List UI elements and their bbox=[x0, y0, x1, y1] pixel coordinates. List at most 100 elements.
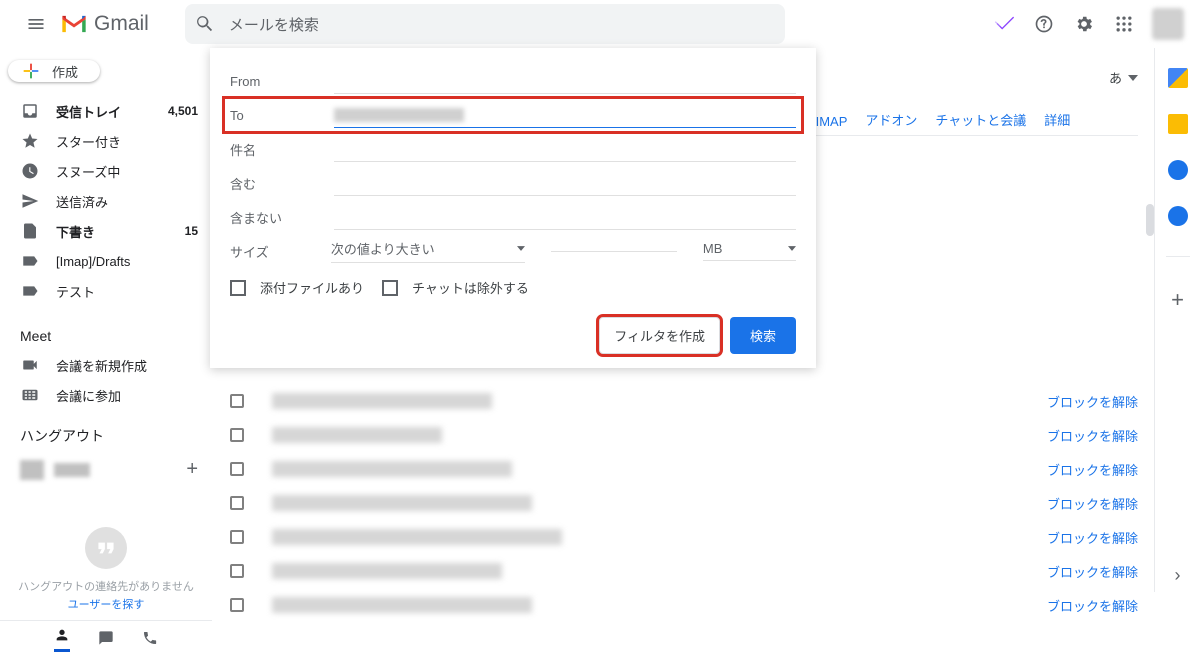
row-checkbox[interactable] bbox=[230, 564, 244, 578]
filter-nowords-input[interactable] bbox=[334, 204, 796, 230]
unblock-link[interactable]: ブロックを解除 bbox=[1047, 562, 1138, 581]
filter-from-label: From bbox=[230, 74, 334, 89]
meet-join[interactable]: 会議に参加 bbox=[0, 380, 212, 410]
filter-haswords-input[interactable] bbox=[334, 170, 796, 196]
search-button[interactable]: 検索 bbox=[730, 317, 796, 354]
settings-button[interactable] bbox=[1066, 6, 1102, 42]
row-checkbox[interactable] bbox=[230, 462, 244, 476]
unblock-link[interactable]: ブロックを解除 bbox=[1047, 528, 1138, 547]
label-icon bbox=[21, 252, 39, 270]
keep-app-icon[interactable] bbox=[1168, 114, 1188, 134]
tab-chat[interactable]: チャットと会議 bbox=[935, 110, 1026, 135]
hangout-tab-contacts[interactable] bbox=[54, 627, 70, 652]
nav-inbox-label: 受信トレイ bbox=[56, 102, 121, 121]
meet-header: Meet bbox=[0, 322, 212, 350]
help-button[interactable] bbox=[1026, 6, 1062, 42]
nav-starred[interactable]: スター付き bbox=[0, 126, 212, 156]
nav-inbox[interactable]: 受信トレイ 4,501 bbox=[0, 96, 212, 126]
checkbox-icon bbox=[382, 280, 398, 296]
unblock-link[interactable]: ブロックを解除 bbox=[1047, 494, 1138, 513]
hangout-avatar bbox=[20, 460, 44, 480]
filter-size-unit-select[interactable]: MB bbox=[703, 241, 796, 261]
hangout-user-row[interactable]: + bbox=[0, 452, 212, 487]
header: Gmail メールを検索 bbox=[0, 0, 1200, 48]
row-checkbox[interactable] bbox=[230, 428, 244, 442]
unblock-link[interactable]: ブロックを解除 bbox=[1047, 426, 1138, 445]
send-icon bbox=[21, 192, 39, 210]
row-checkbox[interactable] bbox=[230, 496, 244, 510]
hangout-header: ハングアウト bbox=[0, 420, 212, 452]
collapse-panel-button[interactable]: › bbox=[1175, 565, 1181, 586]
unblock-link[interactable]: ブロックを解除 bbox=[1047, 460, 1138, 479]
compose-label: 作成 bbox=[52, 62, 78, 81]
hangout-footer bbox=[0, 620, 212, 658]
nav-imap-drafts[interactable]: [Imap]/Drafts bbox=[0, 246, 212, 276]
blocked-address bbox=[272, 427, 442, 443]
logo-text: Gmail bbox=[94, 12, 149, 36]
search-box[interactable]: メールを検索 bbox=[185, 4, 785, 44]
tab-imap[interactable]: /IMAP bbox=[812, 114, 847, 135]
account-avatar[interactable] bbox=[1152, 8, 1184, 40]
nav-snoozed[interactable]: スヌーズ中 bbox=[0, 156, 212, 186]
hangout-tab-phone[interactable] bbox=[142, 630, 158, 649]
compose-button[interactable]: 作成 bbox=[8, 60, 100, 82]
nav-test[interactable]: テスト bbox=[0, 276, 212, 306]
add-app-button[interactable]: + bbox=[1171, 287, 1184, 313]
star-icon bbox=[21, 132, 39, 150]
scroll-thumb[interactable] bbox=[1146, 204, 1154, 236]
filter-subject-input[interactable] bbox=[334, 136, 796, 162]
list-row: ブロックを解除 bbox=[230, 486, 1138, 520]
filter-excludechat-checkbox[interactable]: チャットは除外する bbox=[382, 278, 529, 297]
filter-size-value-input[interactable] bbox=[551, 251, 677, 252]
chevron-down-icon bbox=[788, 246, 796, 251]
language-selector[interactable]: あ bbox=[1109, 68, 1138, 87]
gear-icon bbox=[1074, 14, 1094, 34]
filter-checks-row: 添付ファイルあり チャットは除外する bbox=[230, 268, 796, 307]
nav-imap-drafts-label: [Imap]/Drafts bbox=[56, 254, 130, 269]
filter-to-input[interactable] bbox=[334, 102, 796, 128]
draft-icon bbox=[21, 222, 39, 240]
chevron-down-icon bbox=[517, 246, 525, 251]
contacts-app-icon[interactable] bbox=[1168, 206, 1188, 226]
phone-icon bbox=[142, 630, 158, 646]
row-checkbox[interactable] bbox=[230, 394, 244, 408]
list-row: ブロックを解除 bbox=[230, 384, 1138, 418]
filter-size-op-select[interactable]: 次の値より大きい bbox=[331, 239, 525, 263]
plus-icon bbox=[20, 60, 42, 82]
tab-detail[interactable]: 詳細 bbox=[1044, 110, 1070, 135]
list-row: ブロックを解除 bbox=[230, 554, 1138, 588]
blocked-address bbox=[272, 563, 502, 579]
meet-join-label: 会議に参加 bbox=[56, 386, 121, 405]
row-checkbox[interactable] bbox=[230, 598, 244, 612]
nav-snoozed-label: スヌーズ中 bbox=[56, 162, 120, 181]
nav-list: 受信トレイ 4,501 スター付き スヌーズ中 送信済み 下書き 15 bbox=[0, 96, 212, 306]
nav-drafts[interactable]: 下書き 15 bbox=[0, 216, 212, 246]
tasks-app-icon[interactable] bbox=[1168, 160, 1188, 180]
hangout-add-button[interactable]: + bbox=[186, 458, 198, 481]
row-checkbox[interactable] bbox=[230, 530, 244, 544]
filter-to-label: To bbox=[230, 108, 334, 123]
blocked-address bbox=[272, 393, 492, 409]
list-row: ブロックを解除 bbox=[230, 588, 1138, 622]
create-filter-button[interactable]: フィルタを作成 bbox=[599, 317, 720, 354]
tab-addons[interactable]: アドオン bbox=[865, 110, 917, 135]
unblock-link[interactable]: ブロックを解除 bbox=[1047, 392, 1138, 411]
filter-from-input[interactable] bbox=[334, 68, 796, 94]
menu-button[interactable] bbox=[16, 4, 56, 44]
meet-new[interactable]: 会議を新規作成 bbox=[0, 350, 212, 380]
blocked-address bbox=[272, 529, 562, 545]
calendar-app-icon[interactable] bbox=[1168, 68, 1188, 88]
scrollbar[interactable] bbox=[1146, 204, 1154, 624]
unblock-link[interactable]: ブロックを解除 bbox=[1047, 596, 1138, 615]
filter-size-row: サイズ 次の値より大きい MB bbox=[230, 234, 796, 268]
gmail-logo[interactable]: Gmail bbox=[60, 12, 149, 36]
list-row: ブロックを解除 bbox=[230, 452, 1138, 486]
hangout-find-link[interactable]: ユーザーを探す bbox=[0, 596, 212, 612]
apps-button[interactable] bbox=[1106, 6, 1142, 42]
hangout-tab-chats[interactable] bbox=[98, 630, 114, 649]
blocked-address bbox=[272, 495, 532, 511]
tasks-button[interactable] bbox=[986, 6, 1022, 42]
nav-sent[interactable]: 送信済み bbox=[0, 186, 212, 216]
filter-attachment-checkbox[interactable]: 添付ファイルあり bbox=[230, 278, 364, 297]
hamburger-icon bbox=[26, 14, 46, 34]
